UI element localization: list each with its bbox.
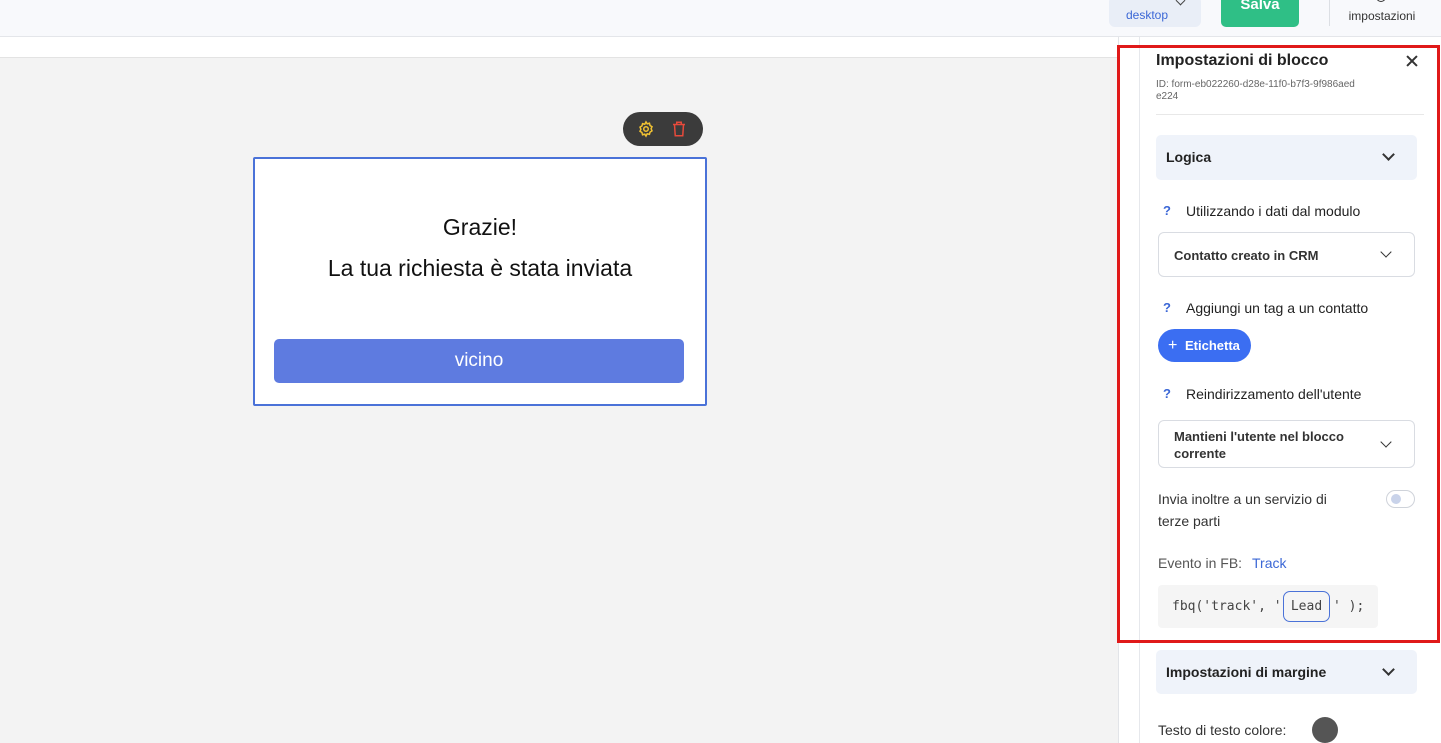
chevron-down-icon [1380, 436, 1392, 448]
block-id: ID: form-eb022260-d28e-11f0-b7f3-9f986ae… [1156, 79, 1355, 102]
trash-icon[interactable] [670, 120, 688, 138]
device-label: desktop [1126, 8, 1169, 22]
form-data-select[interactable]: Contatto creato in CRM [1158, 232, 1415, 277]
help-icon[interactable]: ? [1163, 300, 1171, 315]
fb-event-label: Evento in FB: [1158, 555, 1243, 571]
toggle-knob [1391, 494, 1401, 504]
chevron-down-icon [1380, 246, 1392, 258]
logic-section-header[interactable]: Logica [1156, 135, 1417, 180]
canvas-top-strip [0, 37, 1118, 57]
device-selector[interactable]: desktop [1109, 0, 1201, 27]
fb-event-input[interactable]: Lead [1283, 591, 1330, 622]
redirect-value: Mantieni l'utente nel blocco corrente [1174, 429, 1344, 461]
help-icon[interactable]: ? [1163, 386, 1171, 401]
chevron-down-icon [1382, 663, 1395, 676]
gear-icon[interactable] [637, 120, 655, 138]
text-color-swatch[interactable] [1312, 717, 1338, 743]
top-bar: desktop Salva impostazioni [0, 0, 1441, 37]
form-data-value: Contatto creato in CRM [1174, 248, 1319, 263]
panel-divider [1156, 114, 1424, 115]
gear-icon [1376, 0, 1386, 2]
toolbar-divider [1329, 0, 1330, 26]
add-tag-label: Aggiungi un tag a un contatto [1186, 300, 1369, 316]
third-party-toggle[interactable] [1386, 490, 1415, 508]
fb-event-link[interactable]: Track [1252, 555, 1286, 571]
settings-label: impostazioni [1348, 9, 1416, 23]
code-suffix: ' ); [1333, 599, 1365, 614]
panel-title: Impostazioni di blocco [1156, 52, 1329, 69]
thanks-message: La tua richiesta è stata inviata [327, 255, 633, 281]
form-data-label: Utilizzando i dati dal modulo [1186, 203, 1361, 219]
save-button[interactable]: Salva [1221, 0, 1299, 27]
close-form-button[interactable]: vicino [274, 339, 684, 383]
margin-section-header[interactable]: Impostazioni di margine [1156, 650, 1417, 694]
fb-code-snippet: fbq('track', ' Lead ' ); [1158, 585, 1378, 628]
code-prefix: fbq('track', ' [1172, 599, 1282, 614]
help-icon[interactable]: ? [1163, 203, 1171, 218]
margin-section-label: Impostazioni di margine [1166, 664, 1327, 680]
add-tag-button[interactable]: + Etichetta [1158, 329, 1251, 362]
settings-button[interactable]: impostazioni [1340, 0, 1424, 26]
panel-divider [1139, 37, 1140, 743]
chevron-down-icon [1382, 148, 1395, 161]
redirect-label: Reindirizzamento dell'utente [1186, 386, 1362, 402]
block-toolbar [623, 112, 703, 146]
logic-section-label: Logica [1166, 149, 1212, 165]
plus-icon: + [1168, 337, 1178, 354]
third-party-label: Invia inoltre a un servizio di terze par… [1158, 491, 1327, 529]
close-icon[interactable] [1404, 53, 1420, 69]
thank-you-block[interactable]: Grazie! La tua richiesta è stata inviata… [253, 157, 707, 406]
text-color-label: Testo di testo colore: [1158, 722, 1287, 738]
chevron-down-icon [1175, 0, 1186, 6]
thanks-heading: Grazie! [442, 214, 518, 240]
add-tag-button-label: Etichetta [1185, 338, 1240, 353]
redirect-select[interactable]: Mantieni l'utente nel blocco corrente [1158, 420, 1415, 468]
